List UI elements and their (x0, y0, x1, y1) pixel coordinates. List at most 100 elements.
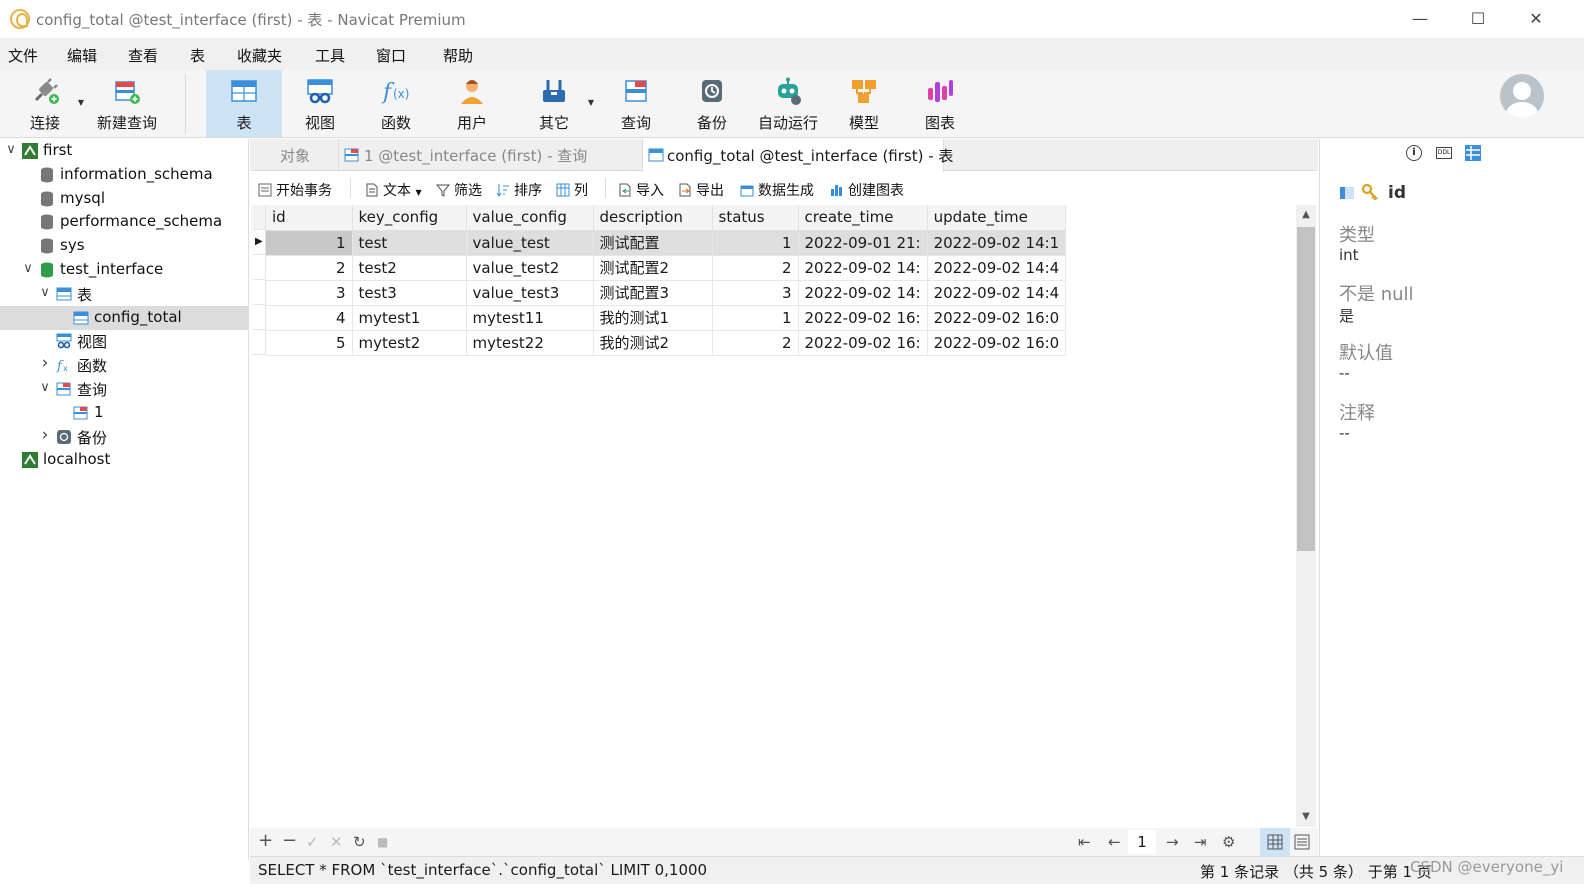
table-cell[interactable]: 我的测试2 (593, 330, 713, 356)
page-number-field[interactable]: 1 (1128, 830, 1156, 854)
tree-node[interactable]: sys (0, 234, 248, 258)
minimize-button[interactable]: — (1400, 4, 1440, 34)
table-cell[interactable]: 2022-09-02 16: (798, 305, 928, 331)
tree-node[interactable]: ∨ test_interface (0, 258, 248, 282)
close-button[interactable]: ✕ (1516, 4, 1556, 34)
layout-icon[interactable] (1465, 145, 1481, 161)
chart-tool-button[interactable]: 图表 (910, 70, 970, 137)
tab-query[interactable]: 1 @test_interface (first) - 查询 (338, 139, 642, 171)
menu-help[interactable]: 帮助 (443, 45, 473, 66)
collapse-arrow-icon[interactable]: ∨ (5, 142, 17, 157)
delete-record-button[interactable]: − (282, 830, 297, 851)
info-icon[interactable]: i (1406, 145, 1422, 161)
connect-dropdown-icon[interactable]: ▼ (78, 98, 84, 107)
ddl-icon[interactable]: DDL (1436, 147, 1452, 159)
table-cell[interactable]: 3 (712, 280, 799, 306)
table-cell[interactable]: mytest22 (466, 330, 594, 356)
table-cell[interactable]: 2 (712, 255, 799, 281)
tree-node[interactable]: information_schema (0, 163, 248, 187)
view-tool-button[interactable]: 视图 (290, 70, 350, 137)
tree-node[interactable]: 1 (0, 401, 248, 425)
scroll-thumb[interactable] (1297, 227, 1315, 551)
tree-node[interactable]: 视图 (0, 329, 248, 353)
discard-changes-button[interactable]: ✕ (330, 833, 343, 851)
collapse-arrow-icon[interactable]: ∨ (39, 380, 51, 395)
column-header-status[interactable]: status (712, 205, 799, 231)
column-header-value-config[interactable]: value_config (466, 205, 594, 231)
table-cell[interactable]: 2022-09-02 16: (798, 330, 928, 356)
table-cell[interactable]: 2022-09-02 14: (798, 255, 928, 281)
table-cell[interactable]: mytest2 (352, 330, 467, 356)
column-header-key-config[interactable]: key_config (352, 205, 467, 231)
row-selector[interactable] (252, 330, 266, 355)
tree-node[interactable]: mysql (0, 187, 248, 211)
table-cell[interactable]: 我的测试1 (593, 305, 713, 331)
table-cell[interactable]: 1 (712, 305, 799, 331)
table-cell[interactable]: 测试配置 (593, 230, 713, 256)
table-cell[interactable]: 5 (266, 330, 353, 356)
tab-table-active[interactable]: config_total @test_interface (first) - 表 (642, 139, 953, 172)
scroll-up-icon[interactable]: ▲ (1296, 209, 1316, 220)
table-row[interactable]: 5 mytest2 mytest22 我的测试2 2 2022-09-02 16: 2022… (266, 330, 1067, 356)
text-dropdown-icon[interactable]: ▼ (415, 188, 421, 197)
tab-objects[interactable]: 对象 (250, 139, 338, 171)
prev-page-button[interactable]: ← (1108, 833, 1121, 851)
apply-changes-button[interactable]: ✓ (306, 833, 319, 851)
refresh-button[interactable]: ↻ (353, 833, 366, 851)
data-generation-button[interactable]: 数据生成 (740, 180, 814, 200)
menu-window[interactable]: 窗口 (376, 45, 406, 66)
table-cell[interactable]: value_test2 (466, 255, 594, 281)
expand-arrow-icon[interactable]: › (39, 353, 51, 373)
model-tool-button[interactable]: 模型 (834, 70, 894, 137)
row-selector[interactable] (252, 280, 266, 305)
table-cell[interactable]: 2022-09-02 14:1 (927, 230, 1067, 256)
tree-node[interactable]: ∨ 查询 (0, 377, 248, 401)
form-view-button[interactable] (1294, 834, 1310, 850)
settings-gear-icon[interactable]: ⚙ (1222, 833, 1235, 851)
vertical-scrollbar[interactable]: ▲ ▼ (1296, 205, 1316, 827)
backup-tool-button[interactable]: 备份 (682, 70, 742, 137)
connect-button[interactable]: 连接 ▼ (18, 70, 84, 137)
column-header-create-time[interactable]: create_time (798, 205, 928, 231)
tree-node[interactable]: performance_schema (0, 210, 248, 234)
first-page-button[interactable]: ⇤ (1078, 833, 1091, 851)
column-header-id[interactable]: id (266, 205, 353, 231)
tree-node[interactable]: › f x 函数 (0, 353, 248, 377)
menu-tools[interactable]: 工具 (315, 45, 345, 66)
menu-file[interactable]: 文件 (8, 45, 38, 66)
tree-node[interactable]: › 备份 (0, 425, 248, 449)
column-header-update-time[interactable]: update_time (927, 205, 1067, 231)
table-cell[interactable]: 2 (712, 330, 799, 356)
collapse-arrow-icon[interactable]: ∨ (39, 285, 51, 300)
collapse-arrow-icon[interactable]: ∨ (22, 261, 34, 276)
import-button[interactable]: 导入 (618, 180, 664, 200)
table-cell[interactable]: value_test (466, 230, 594, 256)
begin-transaction-button[interactable]: 开始事务 (258, 180, 332, 200)
export-button[interactable]: 导出 (678, 180, 724, 200)
table-cell[interactable]: 2 (266, 255, 353, 281)
other-dropdown-icon[interactable]: ▼ (588, 98, 594, 107)
row-selector[interactable]: ▶ (252, 230, 266, 255)
automation-tool-button[interactable]: 自动运行 (754, 70, 822, 137)
table-cell[interactable]: mytest1 (352, 305, 467, 331)
table-cell[interactable]: 4 (266, 305, 353, 331)
table-row[interactable]: 4 mytest1 mytest11 我的测试1 1 2022-09-02 16: 2022… (266, 305, 1067, 331)
table-cell[interactable]: 测试配置3 (593, 280, 713, 306)
column-header-description[interactable]: description (593, 205, 713, 231)
stop-button[interactable]: ■ (377, 835, 388, 849)
grid-view-button[interactable] (1260, 828, 1290, 856)
expand-arrow-icon[interactable]: › (39, 425, 51, 445)
table-cell[interactable]: 2022-09-02 16:0 (927, 330, 1067, 356)
columns-button[interactable]: 列 (556, 180, 588, 200)
text-view-button[interactable]: 文本 ▼ (365, 180, 422, 200)
menu-view[interactable]: 查看 (128, 45, 158, 66)
table-cell[interactable]: test (352, 230, 467, 256)
table-cell[interactable]: 1 (266, 230, 353, 256)
table-cell[interactable]: 3 (266, 280, 353, 306)
user-avatar[interactable] (1500, 74, 1544, 118)
query-tool-button[interactable]: 查询 (606, 70, 666, 137)
new-query-button[interactable]: 新建查询 (94, 70, 160, 137)
tree-node[interactable]: ∨ 表 (0, 282, 248, 306)
table-tool-button[interactable]: 表 (206, 70, 282, 137)
table-cell[interactable]: 2022-09-02 14: (798, 280, 928, 306)
